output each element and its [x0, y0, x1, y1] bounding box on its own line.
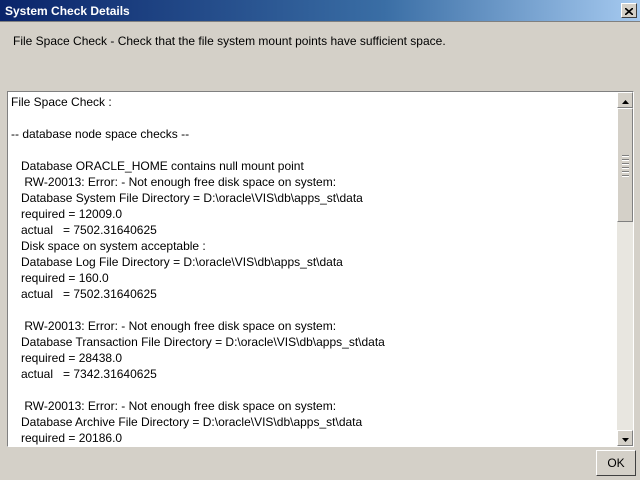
log-line: RW-20013: Error: - Not enough free disk …	[11, 319, 337, 333]
vertical-scrollbar[interactable]	[617, 92, 633, 446]
arrow-down-icon	[621, 429, 629, 447]
log-line: required = 160.0	[11, 271, 109, 285]
scroll-thumb[interactable]	[617, 108, 633, 222]
log-line: Database Archive File Directory = D:\ora…	[11, 415, 363, 429]
title-bar[interactable]: System Check Details	[0, 0, 640, 22]
close-icon	[624, 2, 634, 20]
log-line: Database System File Directory = D:\orac…	[11, 191, 363, 205]
log-line: File Space Check :	[11, 95, 112, 109]
log-line: RW-20013: Error: - Not enough free disk …	[11, 399, 337, 413]
log-line: required = 28438.0	[11, 351, 123, 365]
log-line: actual = 7502.31640625	[11, 287, 157, 301]
ok-button[interactable]: OK	[596, 450, 636, 476]
grip-icon	[622, 155, 629, 177]
log-line: Database Transaction File Directory = D:…	[11, 335, 385, 349]
log-line: Disk space on system acceptable :	[11, 239, 206, 253]
system-check-details-dialog: System Check Details File Space Check - …	[0, 0, 640, 480]
log-line: Database ORACLE_HOME contains null mount…	[11, 159, 304, 173]
log-line: required = 20186.0	[11, 431, 123, 445]
log-line: actual = 7502.31640625	[11, 223, 157, 237]
scroll-down-button[interactable]	[617, 430, 633, 446]
arrow-up-icon	[621, 91, 629, 109]
log-line: -- database node space checks --	[11, 127, 190, 141]
log-line: Database Log File Directory = D:\oracle\…	[11, 255, 343, 269]
window-title: System Check Details	[5, 4, 130, 18]
log-line: actual = 7342.31640625	[11, 367, 157, 381]
check-description: File Space Check - Check that the file s…	[13, 34, 446, 48]
scroll-up-button[interactable]	[617, 92, 633, 108]
log-content: File Space Check : -- database node spac…	[11, 94, 615, 446]
log-line: required = 12009.0	[11, 207, 123, 221]
log-line: RW-20013: Error: - Not enough free disk …	[11, 175, 337, 189]
close-button[interactable]	[621, 3, 637, 18]
log-text-area[interactable]: File Space Check : -- database node spac…	[7, 91, 634, 447]
